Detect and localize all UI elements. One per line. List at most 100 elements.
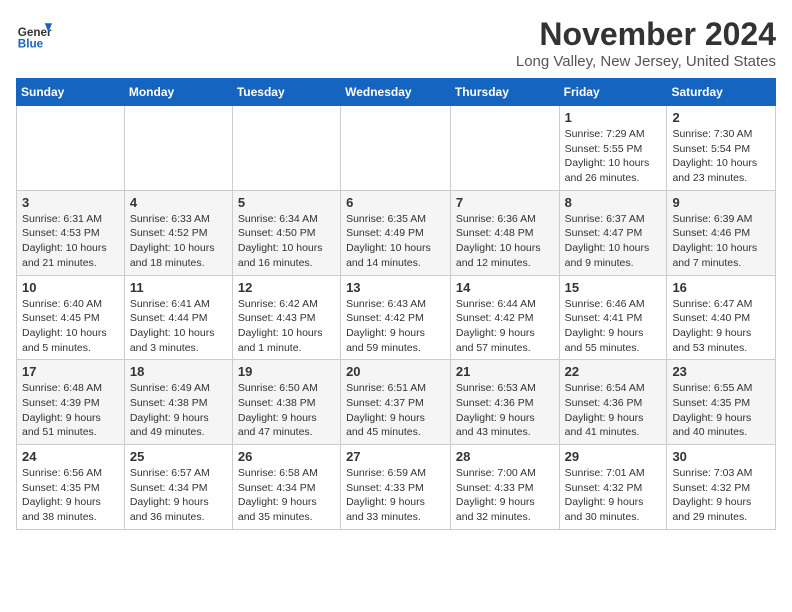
day-info: Sunrise: 6:50 AM Sunset: 4:38 PM Dayligh…	[238, 381, 335, 440]
day-number: 26	[238, 449, 335, 464]
day-number: 11	[130, 280, 227, 295]
calendar-cell: 6Sunrise: 6:35 AM Sunset: 4:49 PM Daylig…	[341, 190, 451, 275]
calendar-cell	[232, 106, 340, 191]
day-info: Sunrise: 6:54 AM Sunset: 4:36 PM Dayligh…	[565, 381, 662, 440]
calendar-cell: 9 Sunrise: 6:39 AM Sunset: 4:46 PM Daylig…	[667, 190, 776, 275]
month-title: November 2024	[516, 16, 776, 53]
calendar-cell: 17 Sunrise: 6:48 AM Sunset: 4:39 PM Dayli…	[17, 360, 125, 445]
calendar-cell: 22 Sunrise: 6:54 AM Sunset: 4:36 PM Dayli…	[559, 360, 667, 445]
day-info: Sunrise: 7:01 AM Sunset: 4:32 PM Dayligh…	[565, 466, 662, 525]
title-block: November 2024 Long Valley, New Jersey, U…	[516, 16, 776, 70]
day-number: 17	[22, 364, 119, 379]
day-info: Sunrise: 6:59 AM Sunset: 4:33 PM Dayligh…	[346, 466, 445, 525]
day-number: 8	[565, 195, 662, 210]
day-number: 28	[456, 449, 554, 464]
calendar-cell: 27 Sunrise: 6:59 AM Sunset: 4:33 PM Dayli…	[341, 445, 451, 530]
week-row-3: 10Sunrise: 6:40 AM Sunset: 4:45 PM Dayli…	[17, 275, 776, 360]
calendar-cell	[450, 106, 559, 191]
day-number: 7	[456, 195, 554, 210]
day-info: Sunrise: 6:48 AM Sunset: 4:39 PM Dayligh…	[22, 381, 119, 440]
calendar-cell: 20 Sunrise: 6:51 AM Sunset: 4:37 PM Dayli…	[341, 360, 451, 445]
day-number: 27	[346, 449, 445, 464]
calendar-cell	[341, 106, 451, 191]
calendar-cell: 4Sunrise: 6:33 AM Sunset: 4:52 PM Daylig…	[124, 190, 232, 275]
calendar-cell	[17, 106, 125, 191]
calendar-cell: 28 Sunrise: 7:00 AM Sunset: 4:33 PM Dayli…	[450, 445, 559, 530]
day-number: 4	[130, 195, 227, 210]
day-info: Sunrise: 6:56 AM Sunset: 4:35 PM Dayligh…	[22, 466, 119, 525]
day-number: 9	[672, 195, 770, 210]
calendar-cell: 29 Sunrise: 7:01 AM Sunset: 4:32 PM Dayli…	[559, 445, 667, 530]
day-info: Sunrise: 6:31 AM Sunset: 4:53 PM Dayligh…	[22, 212, 119, 271]
logo-icon: General Blue	[16, 16, 52, 52]
day-header-wednesday: Wednesday	[341, 79, 451, 106]
calendar-cell: 23 Sunrise: 6:55 AM Sunset: 4:35 PM Dayli…	[667, 360, 776, 445]
calendar-cell: 25 Sunrise: 6:57 AM Sunset: 4:34 PM Dayli…	[124, 445, 232, 530]
calendar-cell: 15Sunrise: 6:46 AM Sunset: 4:41 PM Dayli…	[559, 275, 667, 360]
calendar-cell: 12 Sunrise: 6:42 AM Sunset: 4:43 PM Dayli…	[232, 275, 340, 360]
day-info: Sunrise: 6:55 AM Sunset: 4:35 PM Dayligh…	[672, 381, 770, 440]
day-number: 10	[22, 280, 119, 295]
day-number: 25	[130, 449, 227, 464]
day-header-thursday: Thursday	[450, 79, 559, 106]
calendar-cell: 3Sunrise: 6:31 AM Sunset: 4:53 PM Daylig…	[17, 190, 125, 275]
day-number: 22	[565, 364, 662, 379]
calendar-cell: 2Sunrise: 7:30 AM Sunset: 5:54 PM Daylig…	[667, 106, 776, 191]
day-number: 24	[22, 449, 119, 464]
day-info: Sunrise: 6:42 AM Sunset: 4:43 PM Dayligh…	[238, 297, 335, 356]
day-info: Sunrise: 6:57 AM Sunset: 4:34 PM Dayligh…	[130, 466, 227, 525]
day-header-tuesday: Tuesday	[232, 79, 340, 106]
calendar-header-row: SundayMondayTuesdayWednesdayThursdayFrid…	[17, 79, 776, 106]
day-number: 21	[456, 364, 554, 379]
calendar-cell: 16Sunrise: 6:47 AM Sunset: 4:40 PM Dayli…	[667, 275, 776, 360]
calendar-body: 1 Sunrise: 7:29 AM Sunset: 5:55 PM Daylig…	[17, 106, 776, 530]
day-info: Sunrise: 7:00 AM Sunset: 4:33 PM Dayligh…	[456, 466, 554, 525]
day-info: Sunrise: 6:34 AM Sunset: 4:50 PM Dayligh…	[238, 212, 335, 271]
week-row-1: 1 Sunrise: 7:29 AM Sunset: 5:55 PM Daylig…	[17, 106, 776, 191]
day-header-monday: Monday	[124, 79, 232, 106]
day-number: 16	[672, 280, 770, 295]
day-number: 29	[565, 449, 662, 464]
day-number: 19	[238, 364, 335, 379]
day-number: 30	[672, 449, 770, 464]
week-row-4: 17 Sunrise: 6:48 AM Sunset: 4:39 PM Dayli…	[17, 360, 776, 445]
week-row-2: 3Sunrise: 6:31 AM Sunset: 4:53 PM Daylig…	[17, 190, 776, 275]
svg-text:Blue: Blue	[18, 38, 44, 51]
day-number: 23	[672, 364, 770, 379]
calendar-cell: 14 Sunrise: 6:44 AM Sunset: 4:42 PM Dayli…	[450, 275, 559, 360]
day-header-friday: Friday	[559, 79, 667, 106]
day-number: 20	[346, 364, 445, 379]
day-info: Sunrise: 7:29 AM Sunset: 5:55 PM Dayligh…	[565, 127, 662, 186]
day-number: 15	[565, 280, 662, 295]
calendar-cell	[124, 106, 232, 191]
day-info: Sunrise: 6:37 AM Sunset: 4:47 PM Dayligh…	[565, 212, 662, 271]
day-info: Sunrise: 6:36 AM Sunset: 4:48 PM Dayligh…	[456, 212, 554, 271]
day-info: Sunrise: 6:39 AM Sunset: 4:46 PM Dayligh…	[672, 212, 770, 271]
calendar-cell: 21Sunrise: 6:53 AM Sunset: 4:36 PM Dayli…	[450, 360, 559, 445]
calendar-table: SundayMondayTuesdayWednesdayThursdayFrid…	[16, 78, 776, 530]
day-info: Sunrise: 7:03 AM Sunset: 4:32 PM Dayligh…	[672, 466, 770, 525]
day-number: 18	[130, 364, 227, 379]
day-info: Sunrise: 7:30 AM Sunset: 5:54 PM Dayligh…	[672, 127, 770, 186]
calendar-cell: 7 Sunrise: 6:36 AM Sunset: 4:48 PM Daylig…	[450, 190, 559, 275]
calendar-cell: 1 Sunrise: 7:29 AM Sunset: 5:55 PM Daylig…	[559, 106, 667, 191]
calendar-cell: 13Sunrise: 6:43 AM Sunset: 4:42 PM Dayli…	[341, 275, 451, 360]
day-number: 12	[238, 280, 335, 295]
calendar-cell: 8 Sunrise: 6:37 AM Sunset: 4:47 PM Daylig…	[559, 190, 667, 275]
day-header-sunday: Sunday	[17, 79, 125, 106]
calendar-cell: 19 Sunrise: 6:50 AM Sunset: 4:38 PM Dayli…	[232, 360, 340, 445]
day-number: 1	[565, 110, 662, 125]
day-info: Sunrise: 6:44 AM Sunset: 4:42 PM Dayligh…	[456, 297, 554, 356]
logo: General Blue	[16, 16, 56, 52]
day-info: Sunrise: 6:58 AM Sunset: 4:34 PM Dayligh…	[238, 466, 335, 525]
day-number: 14	[456, 280, 554, 295]
day-info: Sunrise: 6:43 AM Sunset: 4:42 PM Dayligh…	[346, 297, 445, 356]
calendar-cell: 10Sunrise: 6:40 AM Sunset: 4:45 PM Dayli…	[17, 275, 125, 360]
week-row-5: 24 Sunrise: 6:56 AM Sunset: 4:35 PM Dayli…	[17, 445, 776, 530]
calendar-cell: 5Sunrise: 6:34 AM Sunset: 4:50 PM Daylig…	[232, 190, 340, 275]
calendar-cell: 11Sunrise: 6:41 AM Sunset: 4:44 PM Dayli…	[124, 275, 232, 360]
day-number: 6	[346, 195, 445, 210]
calendar-cell: 18Sunrise: 6:49 AM Sunset: 4:38 PM Dayli…	[124, 360, 232, 445]
day-header-saturday: Saturday	[667, 79, 776, 106]
day-info: Sunrise: 6:51 AM Sunset: 4:37 PM Dayligh…	[346, 381, 445, 440]
